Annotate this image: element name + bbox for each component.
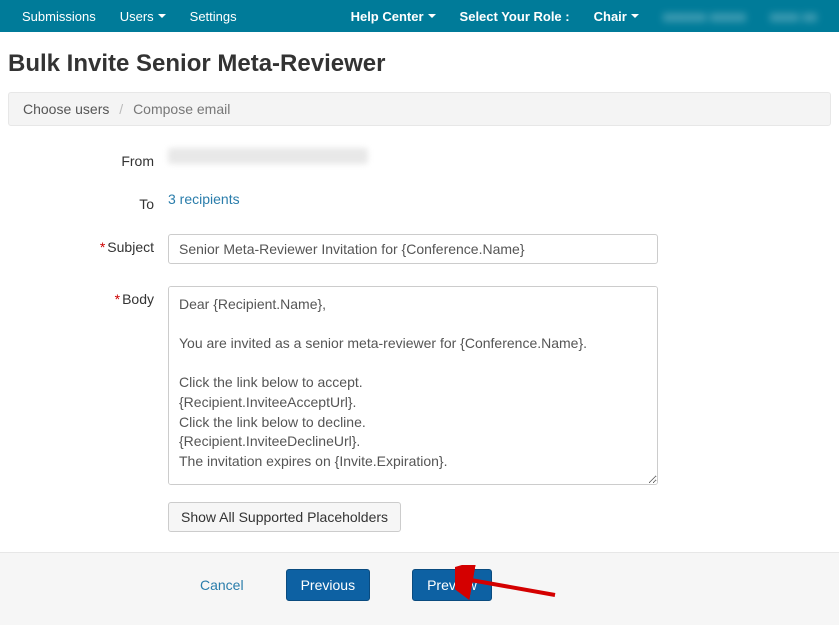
nav-role-chair[interactable]: Chair [582,9,651,24]
nav-help-center[interactable]: Help Center [339,9,448,24]
to-recipients-link[interactable]: 3 recipients [168,191,240,207]
preview-button[interactable]: Preview [412,569,492,601]
footer-bar: Cancel Previous Preview [0,552,839,625]
from-label: From [8,148,168,169]
required-asterisk: * [100,239,105,255]
breadcrumb: Choose users / Compose email [8,92,831,126]
nav-user-redacted[interactable]: xxxxxx xxxxx [651,9,758,24]
show-placeholders-button[interactable]: Show All Supported Placeholders [168,502,401,532]
breadcrumb-separator: / [119,101,123,117]
nav-submissions[interactable]: Submissions [10,9,108,24]
caret-down-icon [428,14,436,18]
from-value-redacted [168,148,368,164]
page-title: Bulk Invite Senior Meta-Reviewer [8,50,831,78]
to-label: To [8,191,168,212]
nav-right-redacted[interactable]: xxxx xx [758,9,829,24]
subject-label: Subject [107,239,154,255]
caret-down-icon [631,14,639,18]
body-textarea[interactable] [168,286,658,485]
required-asterisk: * [115,291,120,307]
body-label: Body [122,291,154,307]
breadcrumb-step-1[interactable]: Choose users [23,101,109,117]
previous-button[interactable]: Previous [286,569,370,601]
cancel-link[interactable]: Cancel [200,577,244,593]
nav-select-role-label: Select Your Role : [448,9,582,24]
subject-input[interactable] [168,234,658,264]
nav-users[interactable]: Users [108,9,178,24]
top-nav: Submissions Users Settings Help Center S… [0,0,839,32]
breadcrumb-step-2: Compose email [133,101,230,117]
nav-settings[interactable]: Settings [178,9,249,24]
caret-down-icon [158,14,166,18]
